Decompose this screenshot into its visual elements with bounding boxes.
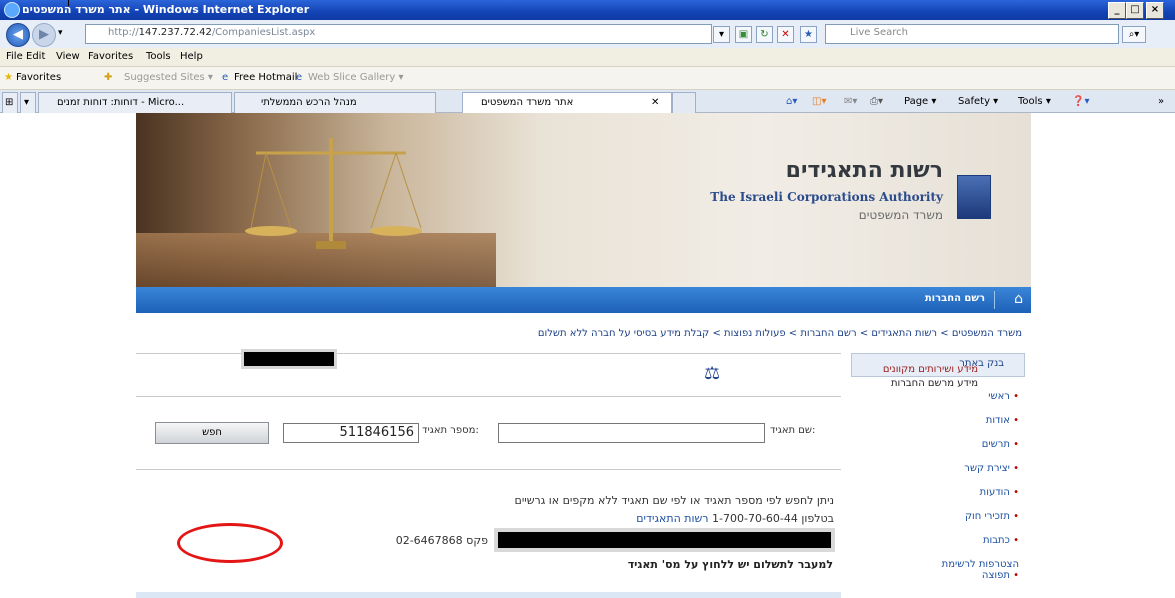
refresh-icon[interactable]: ↻ — [756, 26, 773, 43]
menu-view[interactable]: View — [56, 51, 80, 62]
page-menu[interactable]: Page ▾ — [904, 96, 936, 107]
info-phone: בטלפון 1-700-70-60-44 רשות התאגידים — [636, 512, 834, 525]
info-search-hint: ניתן לחפש לפי מספר תאגיד או לפי שם תאגיד… — [514, 494, 834, 507]
feeds-icon[interactable]: ◫▾ — [812, 96, 826, 107]
section-subtitle: מידע מרשם החברות — [890, 378, 978, 389]
new-tab-button[interactable] — [672, 92, 696, 113]
stop-icon[interactable]: ✕ — [777, 26, 794, 43]
page-content: רשות התאגידים The Israeli Corporations A… — [8, 113, 1163, 598]
sidebar-item-about[interactable]: אודות — [986, 415, 1019, 426]
history-dropdown-icon[interactable]: ▾ — [58, 28, 63, 38]
forward-button[interactable]: ▶ — [32, 23, 56, 47]
banner-title-he: רשות התאגידים — [785, 158, 943, 183]
sidebar: בנק באתר ראשי אודות תרשים יצירת קשר הודע… — [851, 353, 1025, 595]
menu-tools[interactable]: Tools — [146, 51, 171, 62]
tab-procurement[interactable]: מנהל הרכש הממשלתי — [234, 92, 436, 113]
sidebar-item-mailing-list[interactable]: הצטרפות לרשימת תפוצה — [929, 559, 1019, 581]
justice-scale-icon — [245, 138, 422, 249]
sidebar-item-contact[interactable]: יצירת קשר — [964, 463, 1019, 474]
breadcrumb[interactable]: משרד המשפטים > רשות התאגידים > רשם החברו… — [538, 328, 1022, 339]
web-slice-gallery-link[interactable]: Web Slice Gallery ▾ — [308, 72, 404, 83]
search-button[interactable]: חפש — [155, 422, 269, 444]
ie-icon: e — [296, 72, 303, 83]
menu-edit[interactable]: Edit — [26, 51, 45, 62]
annotation-line — [68, 0, 1159, 6]
suggested-sites-link[interactable]: Suggested Sites ▾ — [124, 72, 213, 83]
ie-logo-icon — [4, 2, 20, 18]
menu-favorites[interactable]: Favorites — [88, 51, 133, 62]
menu-bar: File Edit View Favorites Tools Help — [0, 48, 1175, 67]
sidebar-item-home[interactable]: ראשי — [988, 391, 1019, 402]
sidebar-item-announcements[interactable]: הודעות — [980, 487, 1019, 498]
nav-companies-registrar[interactable]: רשם החברות — [925, 293, 985, 304]
free-hotmail-link[interactable]: Free Hotmail — [234, 72, 297, 83]
safety-menu[interactable]: Safety ▾ — [958, 96, 998, 107]
live-search-logo-icon: ★ — [800, 26, 817, 43]
add-favorites-icon[interactable]: ✚ — [104, 72, 112, 83]
sidebar-item-chart[interactable]: תרשים — [982, 439, 1019, 450]
address-bar: ◀ ▶ ▾ http://147.237.72.42/CompaniesList… — [0, 20, 1175, 48]
section-title: מידע ושירותים מקוונים — [882, 364, 978, 375]
annotation-circle — [177, 523, 283, 563]
tab-reports[interactable]: דוחות: דוחות זמנים - Micro... — [38, 92, 232, 113]
authority-logo-icon — [957, 175, 991, 219]
banner-ministry: משרד המשפטים — [858, 208, 943, 222]
menu-file[interactable]: File — [6, 51, 23, 62]
company-number-input[interactable]: 511846156 — [283, 423, 419, 443]
site-banner: רשות התאגידים The Israeli Corporations A… — [136, 113, 1031, 287]
banner-title-en: The Israeli Corporations Authority — [710, 190, 943, 204]
search-placeholder: Live Search — [850, 27, 908, 38]
divider — [136, 396, 841, 397]
ie-icon: e — [222, 72, 229, 83]
nav-separator — [994, 291, 995, 309]
company-name-input[interactable] — [498, 423, 765, 443]
scales-icon: ⚖ — [704, 363, 721, 384]
bottom-strip — [136, 592, 841, 598]
search-input[interactable]: Live Search — [825, 24, 1119, 44]
back-button[interactable]: ◀ — [6, 23, 30, 47]
authority-link[interactable]: רשות התאגידים — [636, 512, 708, 525]
tab-justice-ministry[interactable]: אתר משרד המשפטים ✕ — [462, 92, 672, 113]
chevron-right-icon[interactable]: » — [1158, 96, 1164, 107]
print-icon[interactable]: ⎙▾ — [870, 96, 883, 107]
tab-list-dropdown[interactable]: ▾ — [20, 92, 36, 113]
mail-icon[interactable]: ✉▾ — [844, 96, 857, 107]
sidebar-item-articles[interactable]: כתבות — [983, 535, 1019, 546]
url-dropdown-icon[interactable]: ▾ — [713, 26, 730, 43]
help-icon[interactable]: ❓▾ — [1072, 96, 1089, 107]
home-icon[interactable]: ⌂▾ — [786, 96, 797, 107]
info-fax: פקס 02-6467868 — [395, 534, 488, 547]
url-prefix: http:// — [108, 27, 139, 38]
company-name-label: שם תאגיד: — [770, 425, 816, 436]
url-path: /CompaniesList.aspx — [211, 27, 316, 38]
sidebar-item-law-memos[interactable]: תזכירי חוק — [965, 511, 1019, 522]
main-nav-bar: ⌂ רשם החברות — [136, 287, 1031, 313]
favorites-button[interactable]: Favorites — [16, 72, 61, 83]
close-tab-icon[interactable]: ✕ — [651, 97, 659, 108]
search-icon[interactable]: ⌕▾ — [1122, 26, 1146, 43]
company-number-label: מספר תאגיד: — [422, 425, 479, 436]
url-host: 147.237.72.42 — [138, 27, 212, 38]
info-payment-hint: למעבר לתשלום יש ללחוץ על מס' תאגיד — [627, 558, 833, 571]
tab-bar: ⊞ ▾ דוחות: דוחות זמנים - Micro... מנהל ה… — [0, 90, 1175, 113]
favorites-star-icon: ★ — [4, 72, 13, 83]
redaction-bar — [241, 349, 337, 369]
redaction-bar — [494, 528, 835, 552]
compatibility-icon[interactable]: ▣ — [735, 26, 752, 43]
quick-tabs-button[interactable]: ⊞ — [2, 92, 18, 113]
url-input[interactable]: http://147.237.72.42/CompaniesList.aspx — [85, 24, 712, 44]
favorites-bar: ★ Favorites ✚ Suggested Sites ▾ e Free H… — [0, 67, 1175, 90]
home-icon[interactable]: ⌂ — [1014, 291, 1023, 307]
tools-menu[interactable]: Tools ▾ — [1018, 96, 1051, 107]
menu-help[interactable]: Help — [180, 51, 203, 62]
divider — [136, 469, 841, 470]
